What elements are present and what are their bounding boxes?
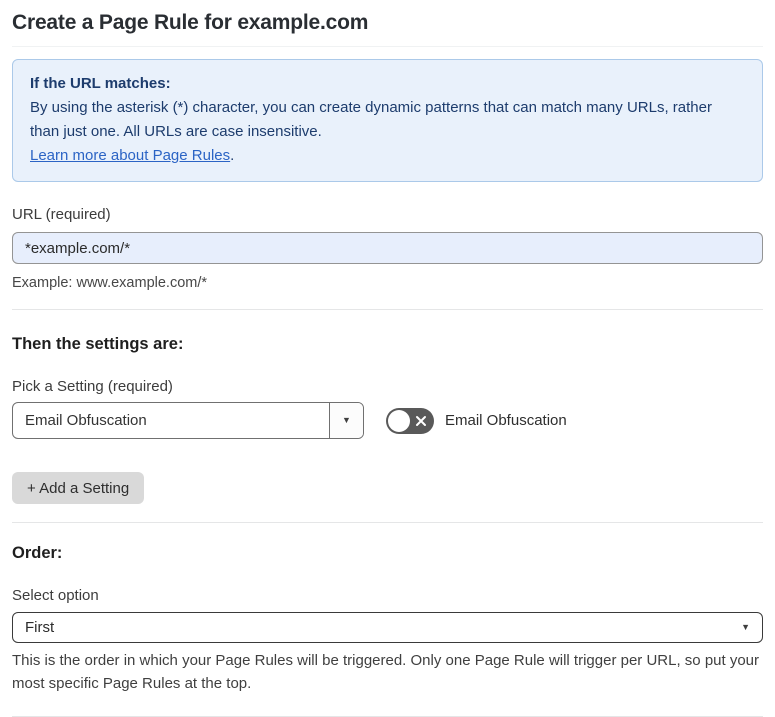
divider (12, 309, 763, 310)
url-match-info-banner: If the URL matches: By using the asteris… (12, 59, 763, 182)
url-example-helper: Example: www.example.com/* (12, 275, 208, 291)
order-helper-text: This is the order in which your Page Rul… (12, 652, 760, 692)
order-select-value: First (25, 619, 55, 636)
toggle-off-x-icon (416, 415, 426, 426)
select-option-label: Select option (12, 587, 99, 604)
link-suffix: . (230, 147, 235, 164)
divider (12, 522, 763, 523)
chevron-down-icon: ▼ (741, 622, 750, 632)
chevron-down-icon: ▼ (342, 415, 351, 425)
setting-picker-arrow-button[interactable]: ▼ (329, 403, 363, 438)
info-banner-body: By using the asterisk (*) character, you… (30, 99, 712, 140)
pick-setting-label: Pick a Setting (required) (12, 378, 173, 395)
create-page-rule-panel: Create a Page Rule for example.com If th… (0, 0, 775, 717)
setting-picker-value: Email Obfuscation (25, 412, 147, 429)
email-obfuscation-toggle[interactable] (386, 407, 434, 434)
order-select-dropdown[interactable]: First ▼ (12, 612, 763, 643)
setting-row: Email Obfuscation ▼ Email Obfuscation (12, 402, 763, 439)
url-field-label: URL (required) (12, 206, 111, 223)
page-title: Create a Page Rule for example.com (12, 0, 763, 47)
info-banner-heading: If the URL matches: (30, 75, 171, 92)
toggle-label: Email Obfuscation (445, 412, 567, 429)
toggle-knob (388, 409, 410, 432)
info-banner-link-row: Learn more about Page Rules. (30, 144, 745, 168)
settings-section-heading: Then the settings are: (12, 335, 184, 353)
order-section-heading: Order: (12, 544, 63, 562)
setting-picker-dropdown[interactable]: Email Obfuscation ▼ (12, 402, 364, 439)
add-setting-button[interactable]: + Add a Setting (12, 472, 145, 504)
url-input[interactable] (12, 232, 763, 264)
learn-more-link[interactable]: Learn more about Page Rules (30, 147, 230, 164)
